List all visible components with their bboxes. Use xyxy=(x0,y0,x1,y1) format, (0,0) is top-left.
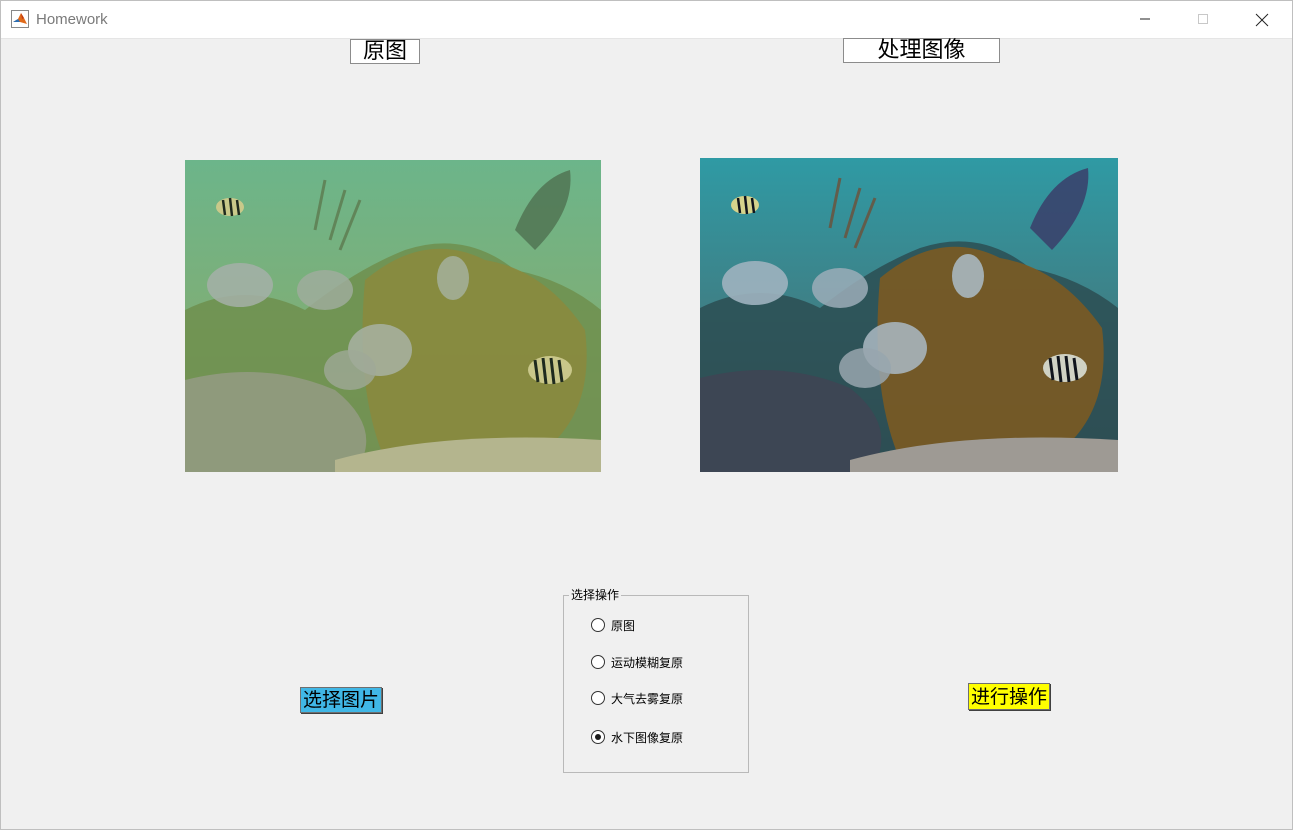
minimize-button[interactable] xyxy=(1117,1,1175,38)
processed-image xyxy=(700,158,1118,472)
radio-label: 水下图像复原 xyxy=(611,730,684,745)
minimize-icon xyxy=(1140,18,1150,20)
select-image-button[interactable]: 选择图片 xyxy=(300,687,382,713)
radio-label: 原图 xyxy=(611,618,636,633)
maximize-icon xyxy=(1198,14,1208,24)
window-title: Homework xyxy=(36,11,108,28)
title-bar[interactable]: Homework xyxy=(1,1,1292,39)
run-operation-button[interactable]: 进行操作 xyxy=(968,683,1050,710)
radio-label: 大气去雾复原 xyxy=(611,691,684,706)
radio-button[interactable] xyxy=(591,691,605,705)
radio-button-selected[interactable] xyxy=(591,730,605,744)
radio-option-underwater[interactable]: 水下图像复原 xyxy=(591,728,683,746)
radio-button[interactable] xyxy=(591,618,605,632)
close-icon xyxy=(1255,13,1269,27)
radio-option-original[interactable]: 原图 xyxy=(591,616,635,634)
original-image xyxy=(185,160,601,472)
original-image-graphic xyxy=(185,160,601,472)
original-image-label: 原图 xyxy=(350,39,420,64)
radio-label: 运动模糊复原 xyxy=(611,655,684,670)
radio-option-dehaze[interactable]: 大气去雾复原 xyxy=(591,689,683,707)
maximize-button[interactable] xyxy=(1175,1,1233,38)
processed-image-label: 处理图像 xyxy=(843,38,1000,63)
processed-image-graphic xyxy=(700,158,1118,472)
radio-button[interactable] xyxy=(591,655,605,669)
matlab-icon xyxy=(11,10,29,28)
operation-group-title: 选择操作 xyxy=(569,588,622,602)
radio-option-motion-deblur[interactable]: 运动模糊复原 xyxy=(591,653,683,671)
close-button[interactable] xyxy=(1233,1,1291,38)
